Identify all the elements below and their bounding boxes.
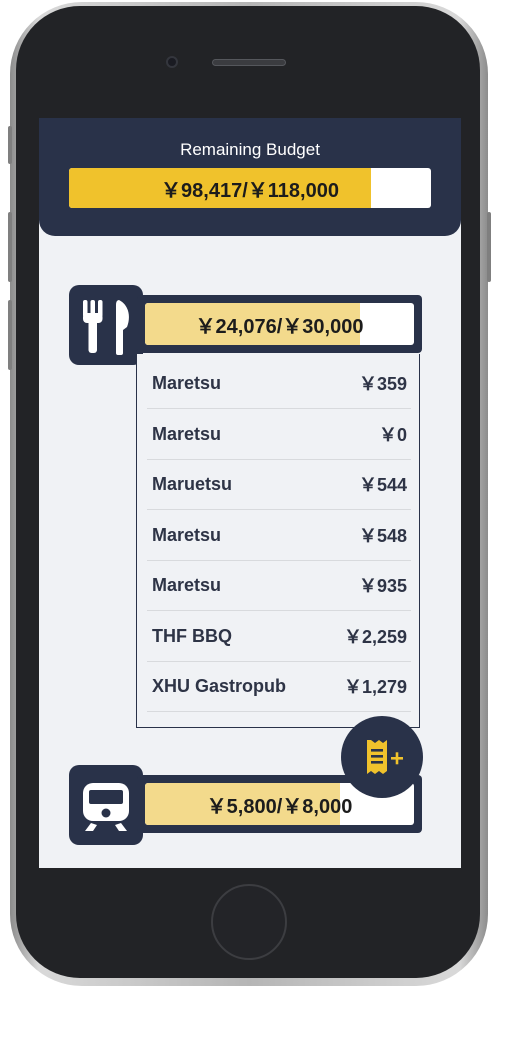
transaction-amount: ￥359 [358,374,407,394]
remaining-budget-bar: ￥98,417/￥118,000 [69,168,431,208]
list-item[interactable]: THF BBQ ￥2,259 [147,611,411,662]
list-item[interactable]: XHU Gastropub ￥1,279 [147,661,411,712]
budget-title: Remaining Budget [180,140,320,159]
transaction-name: Maretsu [152,423,222,444]
transaction-amount: ￥935 [358,576,407,596]
add-receipt-icon [367,740,403,774]
power-button [487,212,491,282]
transaction-name: Maretsu [152,372,222,393]
transaction-name: XHU Gastropub [152,675,287,696]
transaction-name: THF BBQ [152,625,232,646]
list-item[interactable]: Maretsu ￥935 [147,560,411,611]
remaining-budget-amount: ￥98,417/￥118,000 [161,179,339,202]
volume-down-button [8,300,12,370]
volume-up-button [8,212,12,282]
add-receipt-button[interactable] [341,716,423,798]
list-item[interactable]: Maretsu ￥0 [147,409,411,460]
camera-icon [166,56,178,68]
list-item[interactable]: Maretsu ￥548 [147,510,411,561]
food-budget-frame: ￥24,076/￥30,000 [137,295,422,353]
transaction-amount: ￥544 [358,475,407,495]
app-screen: Remaining Budget ￥98,417/￥118,000 ￥24,07… [39,118,461,868]
transaction-name: Maretsu [152,524,222,545]
list-item[interactable]: Maruetsu ￥544 [147,459,411,510]
list-item[interactable]: Maretsu ￥359 [147,358,411,409]
transport-category-button[interactable] [69,765,143,845]
transaction-name: Maruetsu [152,473,233,494]
home-button[interactable] [211,884,287,960]
speaker-grille [212,59,286,66]
transaction-amount: ￥2,259 [343,627,407,647]
food-budget-bar: ￥24,076/￥30,000 [145,303,414,345]
transaction-name: Maretsu [152,574,222,595]
fork-knife-icon [83,300,129,355]
transaction-amount: ￥548 [358,526,407,546]
food-transaction-list[interactable]: Maretsu ￥359 Maretsu ￥0 Maruetsu ￥544 Ma… [136,354,420,728]
food-budget-amount: ￥24,076/￥30,000 [195,315,364,338]
train-icon [83,783,129,831]
budget-header: Remaining Budget ￥98,417/￥118,000 [39,118,461,236]
silent-switch [8,126,12,164]
transaction-amount: ￥0 [378,425,407,445]
transaction-amount: ￥1,279 [343,677,407,697]
food-category-button[interactable] [69,285,143,365]
